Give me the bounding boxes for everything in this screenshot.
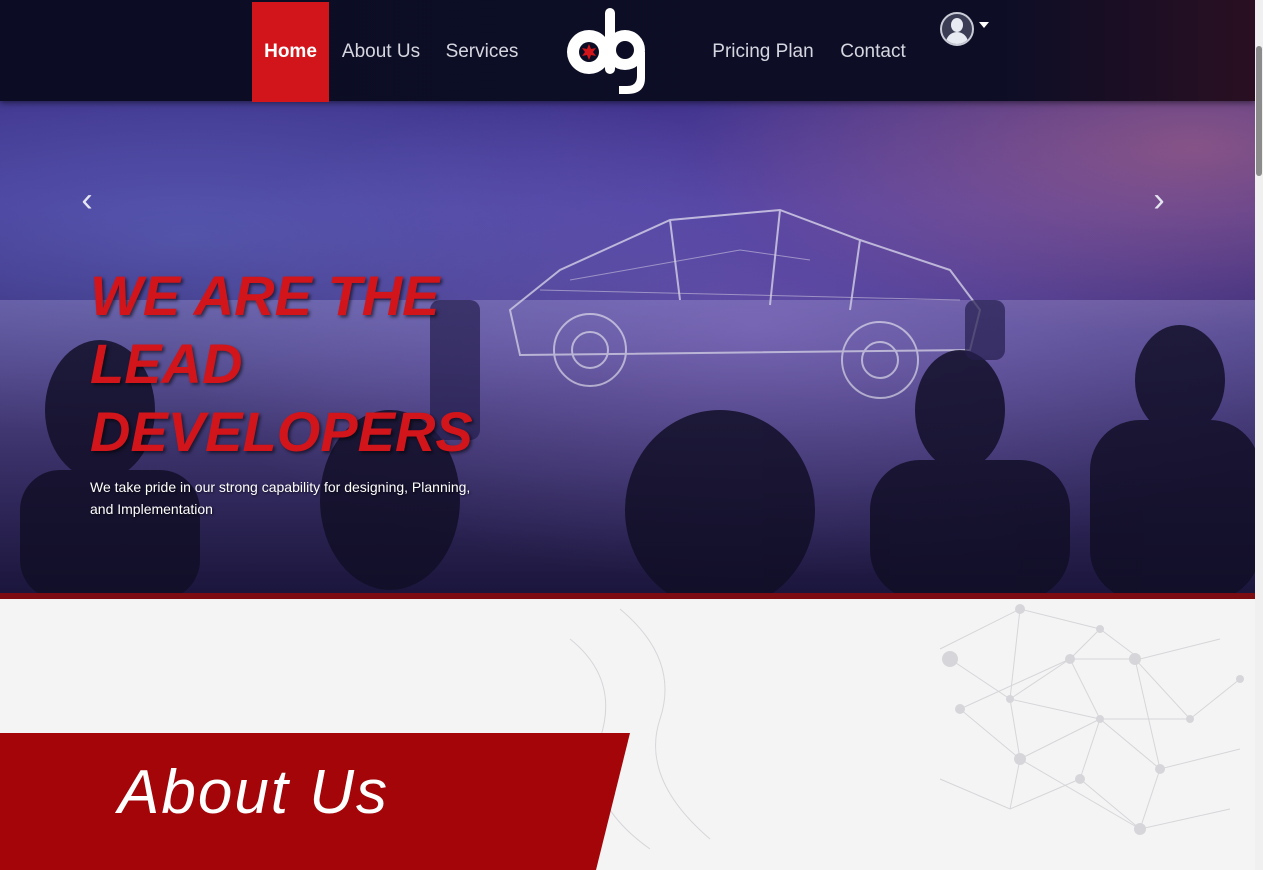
about-section-title: About Us (118, 758, 390, 827)
caret-down-icon (979, 22, 989, 28)
user-menu-toggle[interactable] (940, 12, 992, 46)
chevron-right-icon: › (1153, 181, 1165, 219)
network-map-background (569, 604, 1244, 850)
page: ‹ › WE ARE THE LEAD DEVELOPERS We take p… (0, 0, 1263, 870)
nav-item-home[interactable]: Home (252, 2, 329, 102)
carousel-next-button[interactable]: › (1144, 180, 1174, 220)
top-navbar: Home About Us Services Pricing Plan Cont… (0, 0, 1255, 102)
chevron-left-icon: ‹ (81, 181, 93, 219)
about-section: About Us (0, 599, 1255, 870)
nav-item-about-us[interactable]: About Us (336, 2, 426, 102)
user-avatar-icon (940, 12, 974, 46)
nav-item-contact[interactable]: Contact (834, 2, 912, 102)
nav-item-pricing-plan[interactable]: Pricing Plan (706, 2, 820, 102)
brand-logo[interactable] (563, 4, 663, 96)
page-scrollbar-thumb[interactable] (1256, 46, 1262, 176)
hero-subtext: We take pride in our strong capability f… (90, 479, 471, 517)
hero-headline: WE ARE THE LEAD DEVELOPERS (90, 264, 473, 463)
carousel-prev-button[interactable]: ‹ (72, 180, 102, 220)
nav-item-services[interactable]: Services (440, 2, 524, 102)
